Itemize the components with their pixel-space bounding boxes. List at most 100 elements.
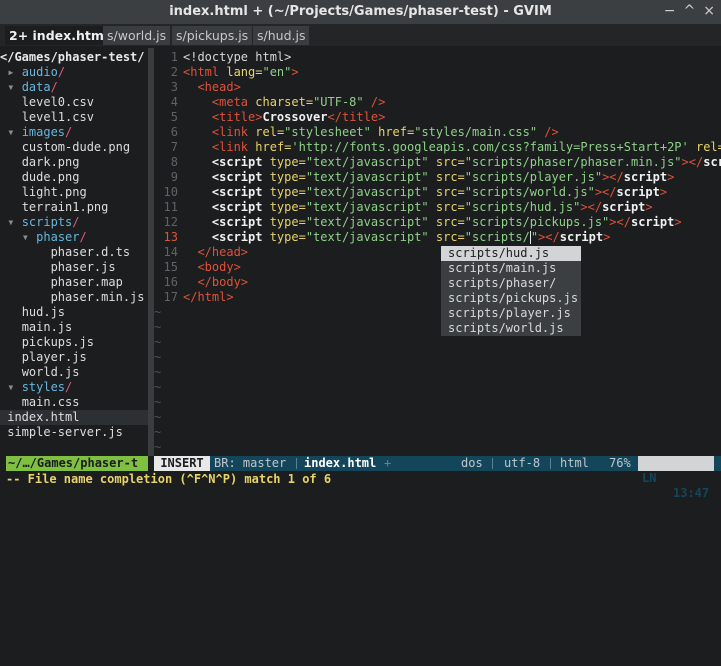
tree-file-custom-dude-png[interactable]: custom-dude.png: [0, 140, 148, 155]
maximize-icon[interactable]: ^: [684, 3, 696, 19]
dir-slash: /: [50, 80, 58, 94]
dir-slash: /: [72, 215, 80, 229]
code-token: ></: [594, 185, 617, 199]
code-token: <script: [211, 155, 270, 169]
code-line[interactable]: 16 </body>: [154, 275, 721, 290]
code-line[interactable]: 17 </html>: [154, 290, 721, 305]
tree-file-pickups-js[interactable]: pickups.js: [0, 335, 148, 350]
code-line[interactable]: 14 </head>: [154, 245, 721, 260]
line-code: </head>: [183, 245, 248, 260]
close-icon[interactable]: ×: [703, 3, 715, 19]
line-number: 15: [163, 260, 178, 274]
code-line[interactable]: 15 <body>: [154, 260, 721, 275]
code-line[interactable]: 4 <meta charset="UTF-8" />: [154, 95, 721, 110]
code-token: "stylesheet": [284, 125, 379, 139]
file-name: dude.png: [21, 170, 80, 184]
status-divider: [296, 458, 297, 469]
tree-file-main-css[interactable]: main.css: [0, 395, 148, 410]
completion-item[interactable]: scripts/hud.js: [441, 246, 581, 261]
expanded-arrow-icon[interactable]: ▾: [7, 125, 21, 139]
expanded-arrow-icon[interactable]: ▾: [7, 380, 21, 394]
tree-file-dude-png[interactable]: dude.png: [0, 170, 148, 185]
code-token: rel=: [695, 140, 721, 154]
collapsed-arrow-icon[interactable]: ▸: [7, 65, 21, 79]
code-token: <head>: [197, 80, 241, 94]
code-token: src=: [435, 215, 465, 229]
expanded-arrow-icon[interactable]: ▾: [7, 215, 21, 229]
file-name: level0.csv: [21, 95, 94, 109]
tree-dir-images[interactable]: ▾ images/: [0, 125, 148, 140]
tree-file-terrain1-png[interactable]: terrain1.png: [0, 200, 148, 215]
tree-dir-scripts[interactable]: ▾ scripts/: [0, 215, 148, 230]
tree-file-world-js[interactable]: world.js: [0, 365, 148, 380]
code-line[interactable]: 10 <script type="text/javascript" src="s…: [154, 185, 721, 200]
tree-file-light-png[interactable]: light.png: [0, 185, 148, 200]
empty-line: ~: [154, 395, 721, 410]
code-token: />: [363, 95, 386, 109]
completion-item[interactable]: scripts/phaser/: [441, 276, 581, 291]
code-line[interactable]: 13 <script type="text/javascript" src="s…: [154, 230, 721, 245]
line-code: <script type="text/javascript" src="scri…: [183, 155, 721, 170]
tree-dir-audio[interactable]: ▸ audio/: [0, 65, 148, 80]
tree-file-phaser-map[interactable]: phaser.map: [0, 275, 148, 290]
expanded-arrow-icon[interactable]: ▾: [22, 230, 36, 244]
code-line[interactable]: 1 <!doctype html>: [154, 50, 721, 65]
cursor-position: LN 13:47: [638, 456, 714, 500]
code-line[interactable]: 8 <script type="text/javascript" src="sc…: [154, 155, 721, 170]
expanded-arrow-icon[interactable]: ▾: [7, 80, 21, 94]
code-line[interactable]: 6 <link rel="stylesheet" href="styles/ma…: [154, 125, 721, 140]
tree-file-hud-js[interactable]: hud.js: [0, 305, 148, 320]
tree-dir-phaser[interactable]: ▾ phaser/: [0, 230, 148, 245]
tree-file-phaser-min-js[interactable]: phaser.min.js: [0, 290, 148, 305]
file-name: world.js: [21, 365, 80, 379]
completion-item[interactable]: scripts/main.js: [441, 261, 581, 276]
tree-file-level1-csv[interactable]: level1.csv: [0, 110, 148, 125]
editor-pane[interactable]: 1 <!doctype html> 2 <html lang="en"> 3 <head…: [154, 48, 721, 456]
code-line[interactable]: 9 <script type="text/javascript" src="sc…: [154, 170, 721, 185]
empty-line: ~: [154, 425, 721, 440]
code-token: 'http://fonts.googleapis.com/css?family=…: [291, 140, 696, 154]
code-token: src=: [435, 170, 465, 184]
code-line[interactable]: 3 <head>: [154, 80, 721, 95]
tree-file-player-js[interactable]: player.js: [0, 350, 148, 365]
tab-hud-js[interactable]: s/hud.js: [253, 26, 310, 45]
tab-pickups-js[interactable]: s/pickups.js: [172, 26, 253, 45]
tilde-marker: ~: [154, 335, 162, 349]
tree-file-simple-server-js[interactable]: simple-server.js: [0, 425, 148, 440]
tilde-marker: ~: [154, 380, 162, 394]
window-title: index.html + (~/Projects/Games/phaser-te…: [169, 4, 552, 19]
tree-file-level0-csv[interactable]: level0.csv: [0, 95, 148, 110]
code-line[interactable]: 11 <script type="text/javascript" src="s…: [154, 200, 721, 215]
file-name: dark.png: [21, 155, 80, 169]
tree-file-phaser-d-ts[interactable]: phaser.d.ts: [0, 245, 148, 260]
minimize-icon[interactable]: −: [664, 3, 676, 19]
tilde-marker: ~: [154, 320, 162, 334]
code-line[interactable]: 12 <script type="text/javascript" src="s…: [154, 215, 721, 230]
code-line[interactable]: 2 <html lang="en">: [154, 65, 721, 80]
tree-dir-styles[interactable]: ▾ styles/: [0, 380, 148, 395]
tab-world-js[interactable]: s/world.js: [103, 26, 171, 45]
code-token: <script: [211, 200, 270, 214]
tree-dir-data[interactable]: ▾ data/: [0, 80, 148, 95]
completion-item[interactable]: scripts/world.js: [441, 321, 581, 336]
code-token: >: [603, 230, 611, 244]
dir-slash: /: [79, 230, 87, 244]
tree-file-index-html[interactable]: index.html: [0, 410, 148, 425]
completion-item[interactable]: scripts/pickups.js: [441, 291, 581, 306]
tree-root[interactable]: </Games/phaser-test/: [0, 50, 148, 65]
tree-file-dark-png[interactable]: dark.png: [0, 155, 148, 170]
code-line[interactable]: 7 <link href='http://fonts.googleapis.co…: [154, 140, 721, 155]
tree-file-phaser-js[interactable]: phaser.js: [0, 260, 148, 275]
tab-index-html[interactable]: 2+ index.html: [5, 26, 113, 45]
line-code: <script type="text/javascript" src="scri…: [183, 230, 610, 245]
code-line[interactable]: 5 <title>Crossover</title>: [154, 110, 721, 125]
line-code: <script type="text/javascript" src="scri…: [183, 185, 667, 200]
tree-file-main-js[interactable]: main.js: [0, 320, 148, 335]
line-number: 2: [170, 65, 178, 79]
completion-item[interactable]: scripts/player.js: [441, 306, 581, 321]
code-token: Crossover: [262, 110, 328, 124]
